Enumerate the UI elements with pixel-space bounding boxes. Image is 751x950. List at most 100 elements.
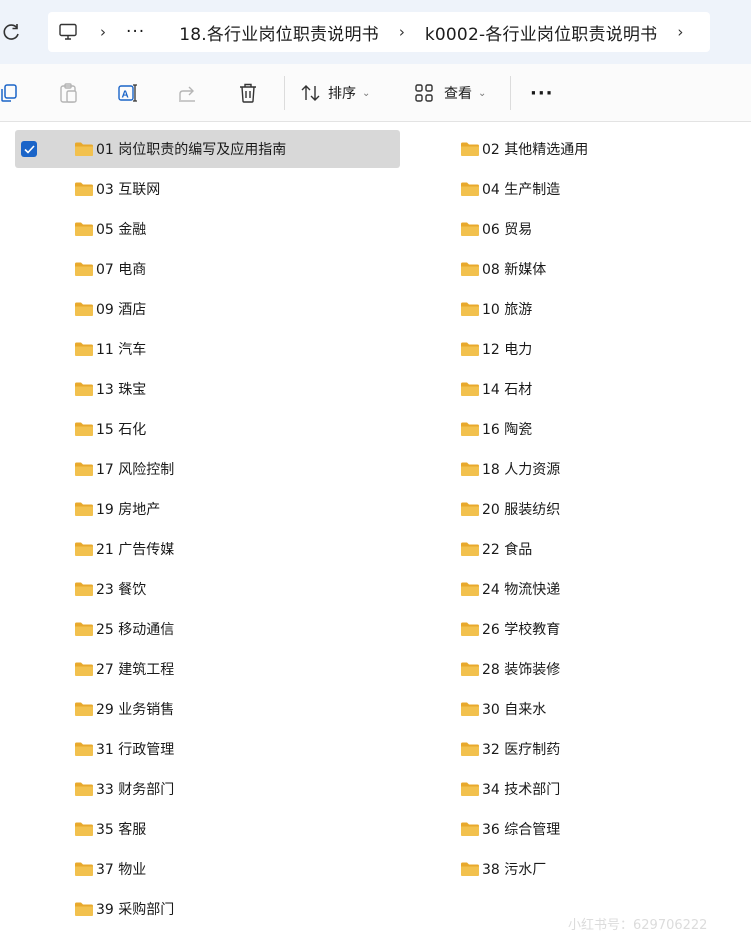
folder-item[interactable]: 30 自来水 [460,690,546,728]
breadcrumb-item[interactable]: k0002-各行业岗位职责说明书 [417,20,665,45]
folder-name: 25 移动通信 [96,622,175,638]
folder-item[interactable]: 20 服装纺织 [460,490,560,528]
toolbar-divider [510,76,511,110]
folder-icon [75,862,93,876]
copy-button[interactable] [0,78,18,108]
folder-item[interactable]: 24 物流快递 [460,570,560,608]
folder-icon [461,342,479,356]
folder-item[interactable]: 27 建筑工程 [74,650,174,688]
folder-icon [75,702,93,716]
folder-item[interactable]: 39 采购部门 [74,890,174,928]
chevron-right-icon[interactable]: › [387,23,417,41]
folder-name: 29 业务销售 [96,702,175,718]
folder-item[interactable]: 34 技术部门 [460,770,560,808]
folder-item[interactable]: 14 石材 [460,370,532,408]
folder-icon [75,622,93,636]
watermark: 小红书号：629706222 [568,918,708,933]
delete-button[interactable] [238,78,258,108]
folder-item[interactable]: 09 酒店 [74,290,146,328]
folder-name: 16 陶瓷 [482,422,533,438]
folder-item[interactable]: 18 人力资源 [460,450,560,488]
folder-item[interactable]: 11 汽车 [74,330,146,368]
folder-name: 36 综合管理 [482,822,561,838]
folder-icon [75,542,93,556]
folder-icon [75,742,93,756]
folder-name: 31 行政管理 [96,742,175,758]
folder-item[interactable]: 31 行政管理 [74,730,174,768]
folder-item[interactable]: 22 食品 [460,530,532,568]
folder-item[interactable]: 16 陶瓷 [460,410,532,448]
folder-icon [461,782,479,796]
folder-item[interactable]: 21 广告传媒 [74,530,174,568]
folder-name: 15 石化 [96,422,147,438]
folder-icon [461,742,479,756]
folder-item[interactable]: 01 岗位职责的编写及应用指南 [15,130,400,168]
folder-name: 20 服装纺织 [482,502,561,518]
refresh-icon[interactable] [2,22,22,42]
folder-item[interactable]: 17 风险控制 [74,450,174,488]
folder-item[interactable]: 23 餐饮 [74,570,146,608]
folder-item[interactable]: 32 医疗制药 [460,730,560,768]
folder-name: 38 污水厂 [482,862,547,878]
folder-item[interactable]: 38 污水厂 [460,850,546,888]
folder-item[interactable]: 37 物业 [74,850,146,888]
folder-name: 27 建筑工程 [96,662,175,678]
folder-item[interactable]: 19 房地产 [74,490,160,528]
folder-item[interactable]: 15 石化 [74,410,146,448]
folder-icon [461,822,479,836]
folder-item[interactable]: 26 学校教育 [460,610,560,648]
checkbox-checked-icon[interactable] [21,141,37,157]
chevron-right-icon[interactable]: › [665,23,695,41]
copy-icon [1,84,17,102]
folder-name: 22 食品 [482,542,533,558]
view-label: 查看 [444,86,472,102]
view-button[interactable]: 查看 ⌄ [414,78,486,108]
folder-item[interactable]: 29 业务销售 [74,690,174,728]
folder-item[interactable]: 33 财务部门 [74,770,174,808]
view-grid-icon [415,84,433,102]
folder-item[interactable]: 08 新媒体 [460,250,546,288]
folder-name: 02 其他精选通用 [482,142,589,158]
folder-item[interactable]: 03 互联网 [74,170,160,208]
folder-icon [461,142,479,156]
folder-name: 09 酒店 [96,302,147,318]
folder-icon [75,302,93,316]
folder-item[interactable]: 04 生产制造 [460,170,560,208]
svg-text:A: A [122,90,129,101]
folder-icon [461,622,479,636]
folder-item[interactable]: 02 其他精选通用 [460,130,588,168]
folder-item[interactable]: 13 珠宝 [74,370,146,408]
folder-name: 01 岗位职责的编写及应用指南 [96,142,287,158]
breadcrumb-overflow-button[interactable]: ··· [118,22,153,42]
folder-name: 32 医疗制药 [482,742,561,758]
folder-item[interactable]: 35 客服 [74,810,146,848]
sort-button[interactable]: 排序 ⌄ [300,78,370,108]
folder-name: 21 广告传媒 [96,542,175,558]
folder-name: 11 汽车 [96,342,147,358]
folder-item[interactable]: 25 移动通信 [74,610,174,648]
folder-item[interactable]: 12 电力 [460,330,532,368]
share-icon [179,86,195,102]
folder-name: 28 装饰装修 [482,662,561,678]
folder-icon [461,542,479,556]
folder-item[interactable]: 28 装饰装修 [460,650,560,688]
folder-name: 24 物流快递 [482,582,561,598]
folder-icon [461,222,479,236]
folder-item[interactable]: 10 旅游 [460,290,532,328]
this-pc-icon[interactable] [48,12,88,52]
paste-button[interactable] [58,78,78,108]
more-options-button[interactable]: ··· [530,78,554,108]
rename-button[interactable]: A [117,78,139,108]
folder-name: 06 贸易 [482,222,533,238]
folder-item[interactable]: 05 金融 [74,210,146,248]
folder-item[interactable]: 06 贸易 [460,210,532,248]
folder-name: 19 房地产 [96,502,161,518]
sort-label: 排序 [328,86,356,102]
folder-item[interactable]: 36 综合管理 [460,810,560,848]
share-button[interactable] [177,78,199,108]
folder-item[interactable]: 07 电商 [74,250,146,288]
breadcrumb-item[interactable]: 18.各行业岗位职责说明书 [171,20,387,45]
folder-icon [75,662,93,676]
chevron-right-icon[interactable]: › [88,23,118,41]
breadcrumb[interactable]: › ··· 18.各行业岗位职责说明书 › k0002-各行业岗位职责说明书 › [48,12,710,52]
